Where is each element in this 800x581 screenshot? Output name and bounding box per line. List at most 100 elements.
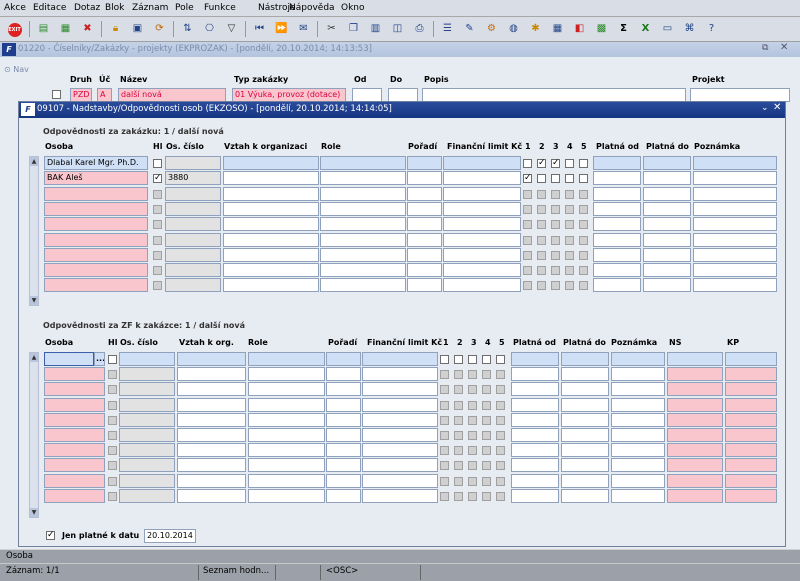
poznamka-field[interactable] bbox=[693, 247, 777, 262]
checkbox-1[interactable] bbox=[440, 385, 449, 395]
osoba-field[interactable] bbox=[44, 247, 148, 262]
paste-icon[interactable]: ▥ bbox=[367, 20, 384, 37]
checkbox-5[interactable] bbox=[496, 415, 505, 425]
role-field[interactable] bbox=[248, 352, 325, 366]
copy-icon[interactable]: ❐ bbox=[345, 20, 362, 37]
platna-do-field[interactable] bbox=[643, 232, 691, 247]
platna-od-field[interactable] bbox=[593, 232, 641, 247]
tools-icon[interactable]: ⚙ bbox=[483, 20, 500, 37]
platna-do-field[interactable] bbox=[561, 428, 609, 442]
platna-od-field[interactable] bbox=[511, 352, 559, 366]
hl-checkbox[interactable] bbox=[153, 250, 162, 260]
kp-field[interactable] bbox=[725, 428, 777, 442]
vztah-field[interactable] bbox=[177, 367, 246, 382]
poradi-field[interactable] bbox=[326, 367, 361, 382]
excel-icon[interactable]: X bbox=[637, 20, 654, 37]
hl-checkbox[interactable] bbox=[153, 235, 162, 245]
role-field[interactable] bbox=[320, 186, 406, 201]
hl-checkbox[interactable] bbox=[108, 491, 117, 501]
platna-do-field[interactable] bbox=[561, 382, 609, 397]
checkbox-1[interactable] bbox=[440, 415, 449, 425]
checkbox-1[interactable] bbox=[440, 461, 449, 471]
platna-do-field[interactable] bbox=[643, 171, 691, 186]
vztah-field[interactable] bbox=[223, 186, 319, 201]
restore-icon[interactable]: ⧉ bbox=[762, 43, 768, 53]
kp-field[interactable] bbox=[725, 412, 777, 427]
poradi-field[interactable] bbox=[407, 217, 442, 232]
save-icon[interactable]: ▣ bbox=[129, 20, 146, 37]
osoba-field[interactable]: BAK Aleš bbox=[44, 171, 148, 186]
role-field[interactable] bbox=[320, 156, 406, 170]
limit-field[interactable] bbox=[362, 382, 438, 397]
checkbox-3[interactable] bbox=[468, 476, 477, 486]
checkbox-3[interactable] bbox=[468, 446, 477, 456]
duplicate-record-icon[interactable]: ▦ bbox=[57, 20, 74, 37]
checkbox-1[interactable] bbox=[523, 189, 532, 199]
hl-checkbox[interactable] bbox=[108, 431, 117, 440]
osoba-field[interactable] bbox=[44, 352, 94, 366]
poradi-field[interactable] bbox=[326, 458, 361, 473]
checkbox-2[interactable] bbox=[454, 461, 463, 471]
close-icon[interactable]: ✕ bbox=[780, 42, 788, 53]
checkbox-1[interactable] bbox=[440, 446, 449, 456]
checkbox-5[interactable] bbox=[496, 446, 505, 456]
platna-od-field[interactable] bbox=[593, 263, 641, 278]
checkbox-2[interactable] bbox=[537, 235, 546, 245]
vztah-field[interactable] bbox=[177, 382, 246, 397]
platna-od-field[interactable] bbox=[593, 201, 641, 216]
vztah-field[interactable] bbox=[223, 263, 319, 278]
chart-icon[interactable]: ▩ bbox=[593, 20, 610, 37]
poradi-field[interactable] bbox=[407, 278, 442, 293]
checkbox-1[interactable] bbox=[523, 159, 532, 168]
checkbox-5[interactable] bbox=[579, 250, 588, 260]
checkbox-4[interactable] bbox=[482, 400, 491, 410]
checkbox-1[interactable] bbox=[440, 431, 449, 440]
platna-od-field[interactable] bbox=[511, 397, 559, 412]
checkbox-4[interactable] bbox=[482, 446, 491, 456]
poznamka-field[interactable] bbox=[611, 352, 665, 366]
vztah-field[interactable] bbox=[177, 352, 246, 366]
poradi-field[interactable] bbox=[407, 156, 442, 170]
checkbox-4[interactable] bbox=[482, 431, 491, 440]
osoba-field[interactable] bbox=[44, 488, 105, 503]
poznamka-field[interactable] bbox=[611, 397, 665, 412]
checkbox-1[interactable]: ✓ bbox=[523, 174, 532, 184]
field-popis[interactable] bbox=[422, 88, 686, 102]
platna-od-field[interactable] bbox=[511, 458, 559, 473]
kp-field[interactable] bbox=[725, 473, 777, 488]
hl-checkbox[interactable] bbox=[108, 385, 117, 395]
checkbox-2[interactable] bbox=[537, 266, 546, 276]
checkbox-5[interactable] bbox=[579, 220, 588, 230]
checkbox-5[interactable] bbox=[579, 204, 588, 214]
minimize-icon[interactable]: ⌄ bbox=[761, 103, 769, 113]
field-nazev[interactable]: další nová bbox=[118, 88, 226, 102]
menu-item[interactable]: Funkce bbox=[204, 3, 236, 13]
checkbox-4[interactable] bbox=[482, 370, 491, 380]
platna-do-field[interactable] bbox=[561, 412, 609, 427]
settings-icon[interactable]: ✱ bbox=[527, 20, 544, 37]
checkbox-1[interactable] bbox=[440, 400, 449, 410]
role-field[interactable] bbox=[248, 458, 325, 473]
checkbox-2[interactable] bbox=[454, 355, 463, 364]
hl-checkbox[interactable] bbox=[153, 159, 162, 168]
vztah-field[interactable] bbox=[177, 458, 246, 473]
vztah-field[interactable] bbox=[223, 201, 319, 216]
menu-item[interactable]: Blok bbox=[105, 3, 124, 13]
checkbox-3[interactable] bbox=[551, 174, 560, 184]
platna-od-field[interactable] bbox=[593, 171, 641, 186]
checkbox-2[interactable] bbox=[454, 385, 463, 395]
filter-date-field[interactable]: 20.10.2014 bbox=[144, 529, 196, 543]
platna-od-field[interactable] bbox=[511, 412, 559, 427]
checkbox-3[interactable] bbox=[551, 220, 560, 230]
filter-icon[interactable]: ▽ bbox=[223, 20, 240, 37]
checkbox-4[interactable] bbox=[565, 189, 574, 199]
platna-od-field[interactable] bbox=[511, 382, 559, 397]
checkbox-3[interactable] bbox=[468, 461, 477, 471]
checkbox-3[interactable] bbox=[468, 400, 477, 410]
hl-checkbox[interactable] bbox=[153, 189, 162, 199]
checkbox-2[interactable] bbox=[454, 415, 463, 425]
checkbox-2[interactable] bbox=[537, 174, 546, 184]
checkbox-4[interactable] bbox=[482, 491, 491, 501]
role-field[interactable] bbox=[248, 428, 325, 442]
role-field[interactable] bbox=[320, 263, 406, 278]
